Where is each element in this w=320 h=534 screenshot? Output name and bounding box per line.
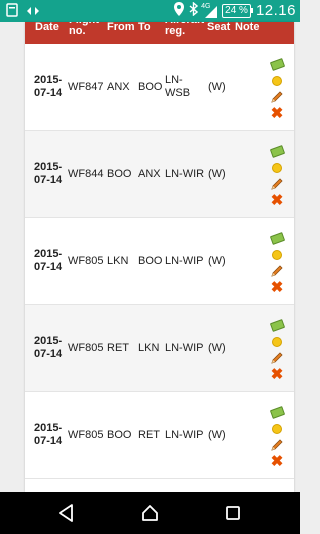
- row-flight-no: WF805: [68, 255, 104, 267]
- header-flight-no: Flight no.: [69, 22, 99, 37]
- row-flight-no: WF844: [68, 168, 104, 180]
- notification-icon: [6, 3, 18, 22]
- coin-icon[interactable]: [269, 421, 285, 437]
- row-seat: (W): [208, 168, 226, 180]
- navigation-bar: [0, 492, 300, 534]
- row-date: 2015- 07-14: [34, 248, 63, 273]
- money-icon[interactable]: [269, 56, 285, 72]
- row-from: LKN: [107, 255, 129, 267]
- location-icon: [174, 2, 185, 19]
- row-actions: ✖: [269, 56, 287, 126]
- table-row[interactable]: 2015- 07-14 WF844 BOO ANX LN-WIR (W) ✖: [25, 131, 294, 218]
- status-time: 12.16: [255, 2, 296, 19]
- delete-x-icon[interactable]: ✖: [269, 193, 285, 209]
- row-flight-no: WF847: [68, 81, 104, 93]
- header-to: To: [138, 22, 151, 33]
- row-date: 2015- 07-14: [34, 74, 63, 99]
- header-date: Date: [35, 22, 59, 33]
- money-icon[interactable]: [269, 317, 285, 333]
- row-to: LKN: [138, 342, 160, 354]
- delete-x-icon[interactable]: ✖: [269, 367, 285, 383]
- bluetooth-icon: [189, 1, 199, 19]
- row-actions: ✖: [269, 143, 287, 213]
- battery-indicator: 24 %: [222, 3, 253, 18]
- coin-icon[interactable]: [269, 160, 285, 176]
- row-seat: (W): [208, 429, 226, 441]
- vpn-arrows-icon: [26, 4, 40, 22]
- delete-x-icon[interactable]: ✖: [269, 106, 285, 122]
- delete-x-icon[interactable]: ✖: [269, 280, 285, 296]
- row-seat: (W): [208, 255, 226, 267]
- row-from: ANX: [107, 81, 130, 93]
- header-aircraft-reg: Aircraft reg.: [165, 22, 204, 37]
- table-header: Date Flight no. From To Aircraft reg. Se…: [25, 22, 294, 44]
- row-seat: (W): [208, 342, 226, 354]
- row-date: 2015- 07-14: [34, 161, 63, 186]
- row-date: 2015- 07-14: [34, 422, 63, 447]
- header-seat: Seat: [207, 22, 231, 33]
- table-row[interactable]: 2015- 07-14 WF847 ANX BOO LN- WSB (W) ✖: [25, 44, 294, 131]
- network-type: 4G: [201, 2, 211, 10]
- row-aircraft-reg: LN-WIP: [165, 255, 204, 267]
- home-icon[interactable]: [139, 502, 161, 524]
- row-aircraft-reg: LN-WIR: [165, 168, 205, 180]
- pencil-icon[interactable]: [269, 437, 285, 453]
- row-to: BOO: [138, 81, 163, 93]
- recents-icon[interactable]: [222, 502, 244, 524]
- money-icon[interactable]: [269, 143, 285, 159]
- money-icon[interactable]: [269, 404, 285, 420]
- status-bar: 4G 24 % 12.16: [0, 0, 300, 22]
- header-note: Note: [235, 22, 260, 33]
- row-to: BOO: [138, 255, 163, 267]
- row-aircraft-reg: LN-WIP: [165, 342, 204, 354]
- row-from: RET: [107, 342, 129, 354]
- coin-icon[interactable]: [269, 247, 285, 263]
- row-flight-no: WF805: [68, 429, 104, 441]
- row-to: RET: [138, 429, 160, 441]
- pencil-icon[interactable]: [269, 176, 285, 192]
- row-date: 2015- 07-14: [34, 335, 63, 360]
- coin-icon[interactable]: [269, 334, 285, 350]
- row-actions: ✖: [269, 317, 287, 387]
- row-actions: ✖: [269, 230, 287, 300]
- flight-log-card: Date Flight no. From To Aircraft reg. Se…: [25, 22, 294, 492]
- pencil-icon[interactable]: [269, 350, 285, 366]
- coin-icon[interactable]: [269, 73, 285, 89]
- row-aircraft-reg: LN- WSB: [165, 74, 191, 99]
- row-actions: ✖: [269, 404, 287, 474]
- row-seat: (W): [208, 81, 226, 93]
- money-icon[interactable]: [269, 230, 285, 246]
- table-row[interactable]: 2015- 07-14 WF805 LKN BOO LN-WIP (W) ✖: [25, 218, 294, 305]
- table-row[interactable]: 2015- 07-14 WF805 RET LKN LN-WIP (W) ✖: [25, 305, 294, 392]
- header-from: From: [107, 22, 135, 33]
- row-from: BOO: [107, 168, 132, 180]
- status-bar-left: [6, 3, 40, 22]
- row-flight-no: WF805: [68, 342, 104, 354]
- pencil-icon[interactable]: [269, 89, 285, 105]
- pencil-icon[interactable]: [269, 263, 285, 279]
- status-bar-right: 4G 24 % 12.16: [174, 1, 296, 19]
- back-icon[interactable]: [55, 502, 77, 524]
- delete-x-icon[interactable]: ✖: [269, 454, 285, 470]
- row-from: BOO: [107, 429, 132, 441]
- table-row[interactable]: 2015- 07-14 WF805 BOO RET LN-WIP (W) ✖: [25, 392, 294, 479]
- row-to: ANX: [138, 168, 161, 180]
- row-aircraft-reg: LN-WIP: [165, 429, 204, 441]
- signal-icon: 4G: [201, 2, 218, 18]
